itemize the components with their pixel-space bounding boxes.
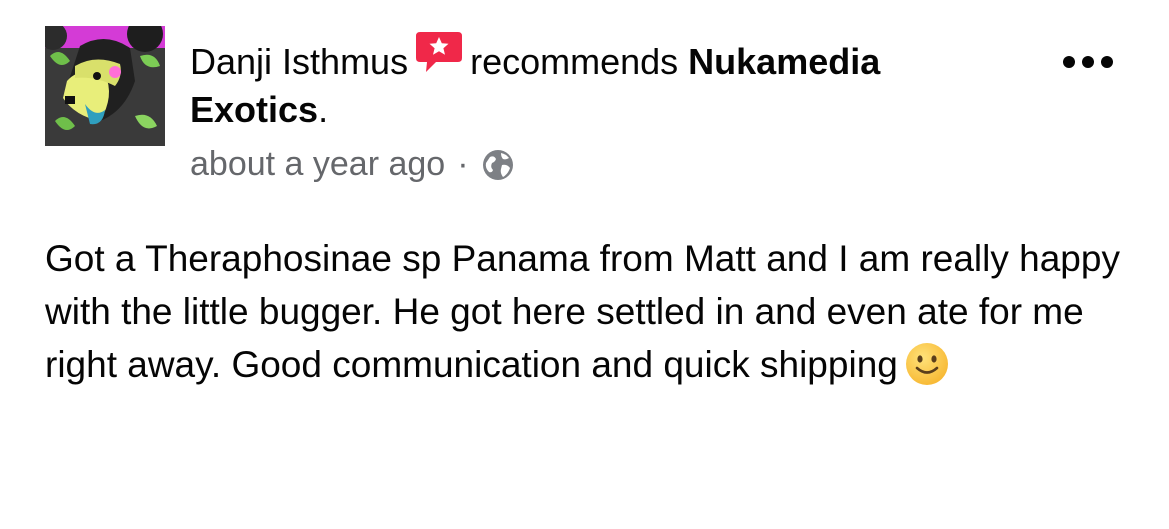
post-meta: about a year ago · bbox=[190, 140, 515, 188]
recommend-star-bubble-icon bbox=[414, 30, 464, 78]
post-body-text: Got a Theraphosinae sp Panama from Matt … bbox=[45, 238, 1120, 385]
post-timestamp[interactable]: about a year ago bbox=[190, 140, 445, 188]
header-period: . bbox=[318, 89, 329, 130]
globe-icon[interactable] bbox=[481, 147, 515, 181]
post-header: Danji Isthmus recommends Nukamedia Exoti… bbox=[190, 32, 1020, 134]
more-horizontal-icon bbox=[1063, 56, 1113, 68]
author-name[interactable]: Danji Isthmus bbox=[190, 41, 408, 82]
recommends-label: recommends bbox=[470, 41, 679, 82]
avatar-image bbox=[45, 26, 165, 146]
more-options-button[interactable] bbox=[1058, 44, 1118, 80]
meta-separator: · bbox=[457, 145, 469, 183]
slightly-smiling-face-icon bbox=[904, 341, 950, 387]
post-body: Got a Theraphosinae sp Panama from Matt … bbox=[45, 232, 1125, 391]
author-avatar[interactable] bbox=[45, 26, 165, 146]
